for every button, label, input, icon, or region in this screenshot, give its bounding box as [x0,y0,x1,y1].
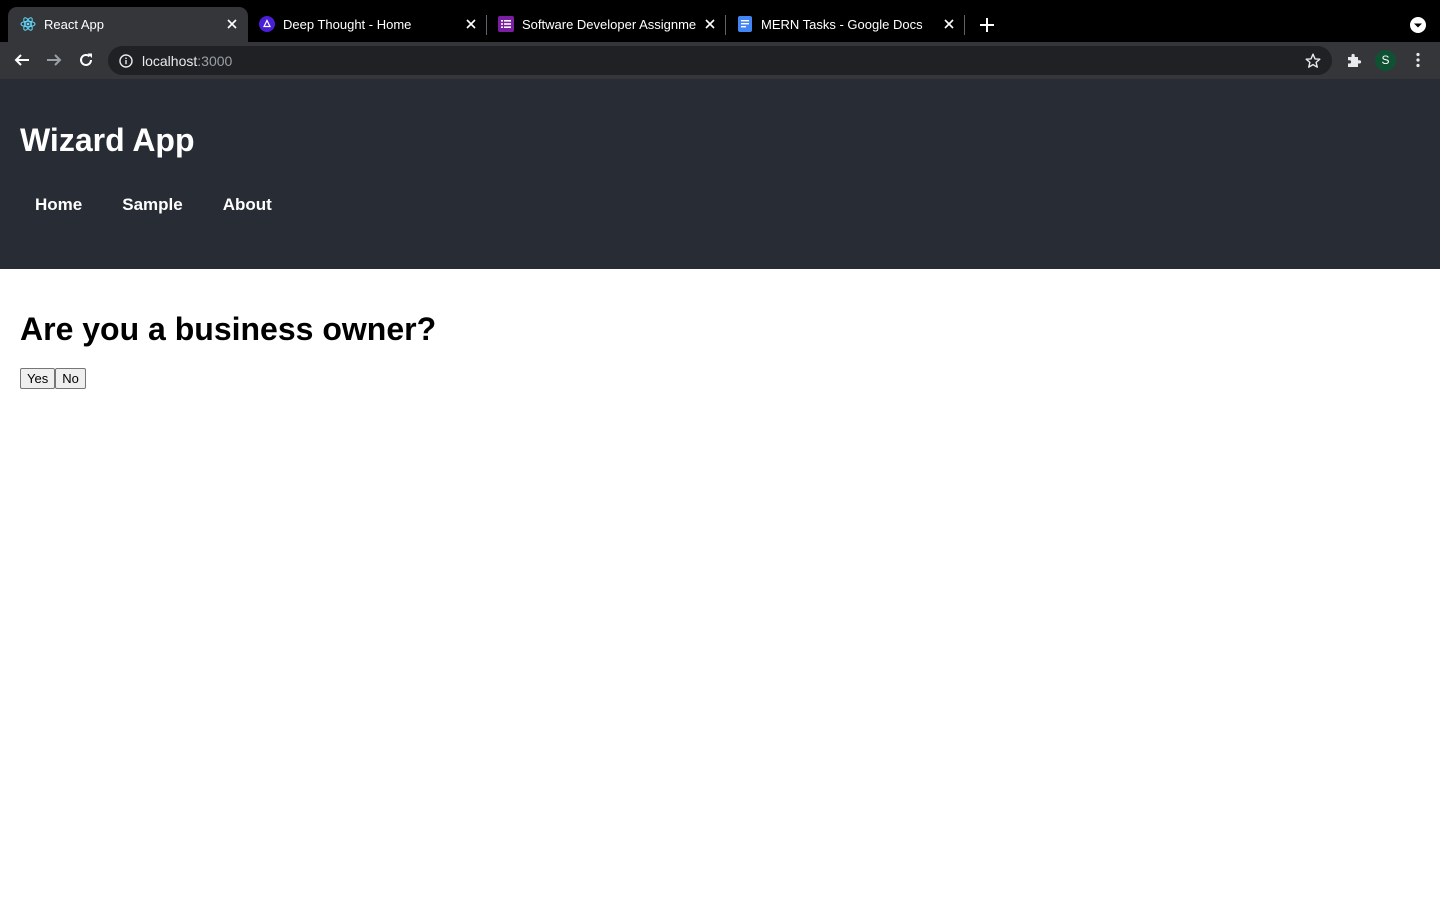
tab-deep-thought[interactable]: Deep Thought - Home [247,7,487,42]
browser-toolbar: localhost:3000 S [0,42,1440,79]
close-icon[interactable] [224,16,240,32]
nav-link-about[interactable]: About [223,194,272,216]
tab-mern-tasks[interactable]: MERN Tasks - Google Docs [725,7,965,42]
back-button[interactable] [10,48,34,72]
tab-search-button[interactable] [1408,15,1428,35]
close-icon[interactable] [463,16,479,32]
nav-link-home[interactable]: Home [35,194,82,216]
docs-icon [737,16,753,32]
back-arrow-icon [14,54,29,66]
browser-menu-button[interactable] [1406,48,1430,72]
extensions-button[interactable] [1342,48,1366,72]
reload-button[interactable] [74,48,98,72]
browser-tab-strip: React App Deep Thought - Home Software D… [0,0,1440,42]
star-icon[interactable] [1304,52,1322,70]
no-button[interactable]: No [55,368,86,389]
info-icon[interactable] [118,53,134,69]
forward-arrow-icon [47,54,62,66]
address-bar[interactable]: localhost:3000 [108,46,1332,75]
url-host: localhost [142,53,198,69]
reload-icon [80,53,92,66]
forward-button[interactable] [42,48,66,72]
nav-link-sample[interactable]: Sample [122,194,182,216]
profile-avatar[interactable]: S [1375,50,1396,71]
tab-title: Deep Thought - Home [283,17,412,32]
app-header: Wizard App Home Sample About [0,79,1440,269]
app-title: Wizard App [20,122,195,158]
react-icon [20,16,36,32]
deep-thought-icon [259,16,275,32]
plus-icon [980,18,994,32]
tab-title: React App [44,17,104,32]
main-nav: Home Sample About [35,194,312,216]
new-tab-button[interactable] [976,14,998,36]
forms-icon [498,16,514,32]
tab-separator [964,15,965,35]
tab-react-app[interactable]: React App [8,7,248,42]
yes-button[interactable]: Yes [20,368,56,389]
tab-software-developer[interactable]: Software Developer Assignment [486,7,726,42]
puzzle-icon [1348,53,1362,67]
chevron-down-icon [1410,17,1426,33]
url-port: :3000 [197,53,233,69]
tab-title: Software Developer Assignment [522,17,696,32]
close-icon[interactable] [941,16,957,32]
more-vert-icon [1416,52,1420,68]
tab-title: MERN Tasks - Google Docs [761,17,923,32]
question-heading: Are you a business owner? [20,311,437,347]
close-icon[interactable] [702,16,718,32]
address-url: localhost:3000 [142,53,232,69]
answer-buttons: Yes No [20,368,86,389]
